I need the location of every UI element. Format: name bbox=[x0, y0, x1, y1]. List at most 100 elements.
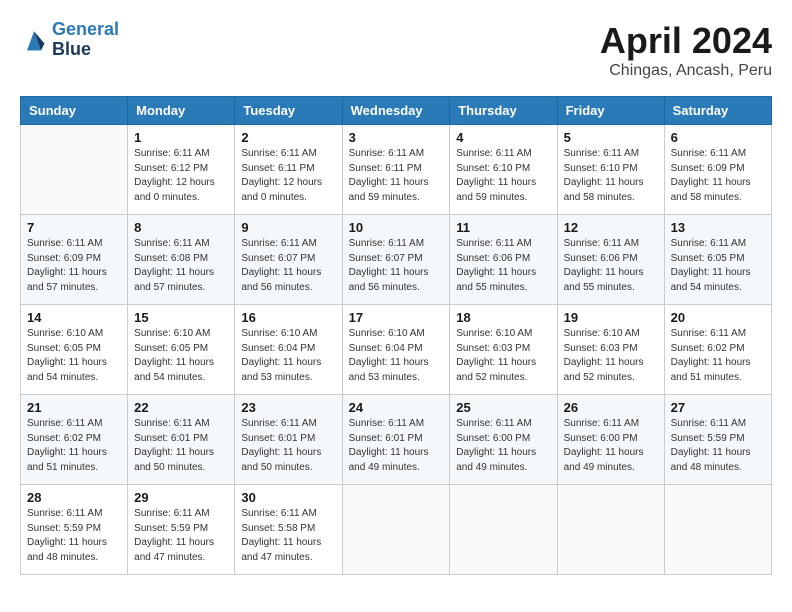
day-number: 3 bbox=[349, 130, 444, 145]
calendar-cell: 30 Sunrise: 6:11 AMSunset: 5:58 PMDayligh… bbox=[235, 485, 342, 575]
day-info: Sunrise: 6:11 AMSunset: 6:07 PMDaylight:… bbox=[349, 237, 444, 295]
day-number: 1 bbox=[134, 130, 228, 145]
month-title: April 2024 bbox=[600, 20, 772, 62]
calendar-cell: 28 Sunrise: 6:11 AMSunset: 5:59 PMDayligh… bbox=[21, 485, 128, 575]
day-info: Sunrise: 6:11 AMSunset: 5:59 PMDaylight:… bbox=[27, 507, 121, 565]
calendar-cell: 12 Sunrise: 6:11 AMSunset: 6:06 PMDayligh… bbox=[557, 215, 664, 305]
day-number: 25 bbox=[456, 400, 550, 415]
day-info: Sunrise: 6:11 AMSunset: 6:01 PMDaylight:… bbox=[134, 417, 228, 475]
calendar-cell: 3 Sunrise: 6:11 AMSunset: 6:11 PMDaylight… bbox=[342, 125, 450, 215]
weekday-header: Sunday bbox=[21, 97, 128, 125]
day-info: Sunrise: 6:11 AMSunset: 6:09 PMDaylight:… bbox=[671, 147, 765, 205]
day-number: 4 bbox=[456, 130, 550, 145]
day-info: Sunrise: 6:11 AMSunset: 6:01 PMDaylight:… bbox=[241, 417, 335, 475]
day-info: Sunrise: 6:10 AMSunset: 6:04 PMDaylight:… bbox=[241, 327, 335, 385]
title-area: April 2024 Chingas, Ancash, Peru bbox=[600, 20, 772, 80]
calendar-cell: 11 Sunrise: 6:11 AMSunset: 6:06 PMDayligh… bbox=[450, 215, 557, 305]
day-info: Sunrise: 6:10 AMSunset: 6:05 PMDaylight:… bbox=[134, 327, 228, 385]
day-number: 22 bbox=[134, 400, 228, 415]
calendar-cell: 6 Sunrise: 6:11 AMSunset: 6:09 PMDaylight… bbox=[664, 125, 771, 215]
day-number: 17 bbox=[349, 310, 444, 325]
week-row: 14 Sunrise: 6:10 AMSunset: 6:05 PMDayligh… bbox=[21, 305, 772, 395]
day-number: 10 bbox=[349, 220, 444, 235]
day-number: 8 bbox=[134, 220, 228, 235]
calendar-cell: 23 Sunrise: 6:11 AMSunset: 6:01 PMDayligh… bbox=[235, 395, 342, 485]
calendar-cell bbox=[450, 485, 557, 575]
day-info: Sunrise: 6:10 AMSunset: 6:05 PMDaylight:… bbox=[27, 327, 121, 385]
weekday-header: Monday bbox=[128, 97, 235, 125]
calendar-cell: 8 Sunrise: 6:11 AMSunset: 6:08 PMDaylight… bbox=[128, 215, 235, 305]
weekday-header: Thursday bbox=[450, 97, 557, 125]
calendar-cell: 19 Sunrise: 6:10 AMSunset: 6:03 PMDayligh… bbox=[557, 305, 664, 395]
day-info: Sunrise: 6:11 AMSunset: 6:05 PMDaylight:… bbox=[671, 237, 765, 295]
weekday-header-row: SundayMondayTuesdayWednesdayThursdayFrid… bbox=[21, 97, 772, 125]
day-number: 19 bbox=[564, 310, 658, 325]
day-number: 21 bbox=[27, 400, 121, 415]
day-info: Sunrise: 6:11 AMSunset: 5:58 PMDaylight:… bbox=[241, 507, 335, 565]
calendar-cell: 18 Sunrise: 6:10 AMSunset: 6:03 PMDayligh… bbox=[450, 305, 557, 395]
calendar-table: SundayMondayTuesdayWednesdayThursdayFrid… bbox=[20, 96, 772, 575]
day-number: 20 bbox=[671, 310, 765, 325]
calendar-cell: 13 Sunrise: 6:11 AMSunset: 6:05 PMDayligh… bbox=[664, 215, 771, 305]
day-info: Sunrise: 6:11 AMSunset: 6:10 PMDaylight:… bbox=[564, 147, 658, 205]
calendar-cell: 20 Sunrise: 6:11 AMSunset: 6:02 PMDayligh… bbox=[664, 305, 771, 395]
week-row: 21 Sunrise: 6:11 AMSunset: 6:02 PMDayligh… bbox=[21, 395, 772, 485]
day-info: Sunrise: 6:11 AMSunset: 6:06 PMDaylight:… bbox=[456, 237, 550, 295]
day-number: 30 bbox=[241, 490, 335, 505]
logo: GeneralBlue bbox=[20, 20, 119, 60]
weekday-header: Tuesday bbox=[235, 97, 342, 125]
calendar-cell: 26Sunrise: 6:11 AMSunset: 6:00 PMDayligh… bbox=[557, 395, 664, 485]
calendar-cell: 10 Sunrise: 6:11 AMSunset: 6:07 PMDayligh… bbox=[342, 215, 450, 305]
logo-icon bbox=[20, 26, 48, 54]
day-number: 9 bbox=[241, 220, 335, 235]
day-info: Sunrise: 6:11 AMSunset: 6:02 PMDaylight:… bbox=[27, 417, 121, 475]
day-number: 23 bbox=[241, 400, 335, 415]
day-info: Sunrise: 6:10 AMSunset: 6:03 PMDaylight:… bbox=[564, 327, 658, 385]
day-info: Sunrise: 6:11 AMSunset: 6:11 PMDaylight:… bbox=[241, 147, 335, 205]
day-number: 7 bbox=[27, 220, 121, 235]
day-info: Sunrise: 6:11 AMSunset: 6:01 PMDaylight:… bbox=[349, 417, 444, 475]
day-number: 16 bbox=[241, 310, 335, 325]
calendar-cell: 2Sunrise: 6:11 AMSunset: 6:11 PMDaylight… bbox=[235, 125, 342, 215]
day-info: Sunrise: 6:11 AMSunset: 6:02 PMDaylight:… bbox=[671, 327, 765, 385]
day-info: Sunrise: 6:11 AMSunset: 6:09 PMDaylight:… bbox=[27, 237, 121, 295]
calendar-cell bbox=[557, 485, 664, 575]
page-header: GeneralBlue April 2024 Chingas, Ancash, … bbox=[20, 20, 772, 80]
calendar-cell: 27Sunrise: 6:11 AMSunset: 5:59 PMDayligh… bbox=[664, 395, 771, 485]
calendar-cell bbox=[342, 485, 450, 575]
day-info: Sunrise: 6:11 AMSunset: 6:00 PMDaylight:… bbox=[564, 417, 658, 475]
day-info: Sunrise: 6:11 AMSunset: 6:12 PMDaylight:… bbox=[134, 147, 228, 205]
calendar-cell: 21 Sunrise: 6:11 AMSunset: 6:02 PMDayligh… bbox=[21, 395, 128, 485]
calendar-cell: 22 Sunrise: 6:11 AMSunset: 6:01 PMDayligh… bbox=[128, 395, 235, 485]
day-number: 5 bbox=[564, 130, 658, 145]
day-info: Sunrise: 6:11 AMSunset: 6:06 PMDaylight:… bbox=[564, 237, 658, 295]
day-info: Sunrise: 6:10 AMSunset: 6:04 PMDaylight:… bbox=[349, 327, 444, 385]
calendar-cell: 29Sunrise: 6:11 AMSunset: 5:59 PMDayligh… bbox=[128, 485, 235, 575]
day-info: Sunrise: 6:11 AMSunset: 6:07 PMDaylight:… bbox=[241, 237, 335, 295]
weekday-header: Friday bbox=[557, 97, 664, 125]
day-number: 28 bbox=[27, 490, 121, 505]
calendar-cell: 25 Sunrise: 6:11 AMSunset: 6:00 PMDayligh… bbox=[450, 395, 557, 485]
calendar-cell: 5 Sunrise: 6:11 AMSunset: 6:10 PMDaylight… bbox=[557, 125, 664, 215]
day-number: 14 bbox=[27, 310, 121, 325]
day-number: 24 bbox=[349, 400, 444, 415]
day-number: 18 bbox=[456, 310, 550, 325]
calendar-cell bbox=[21, 125, 128, 215]
day-number: 13 bbox=[671, 220, 765, 235]
day-info: Sunrise: 6:11 AMSunset: 5:59 PMDaylight:… bbox=[134, 507, 228, 565]
calendar-cell: 7 Sunrise: 6:11 AMSunset: 6:09 PMDaylight… bbox=[21, 215, 128, 305]
location-title: Chingas, Ancash, Peru bbox=[600, 62, 772, 80]
logo-text: GeneralBlue bbox=[52, 20, 119, 60]
day-number: 11 bbox=[456, 220, 550, 235]
day-number: 15 bbox=[134, 310, 228, 325]
day-info: Sunrise: 6:10 AMSunset: 6:03 PMDaylight:… bbox=[456, 327, 550, 385]
weekday-header: Saturday bbox=[664, 97, 771, 125]
day-number: 12 bbox=[564, 220, 658, 235]
calendar-cell: 16 Sunrise: 6:10 AMSunset: 6:04 PMDayligh… bbox=[235, 305, 342, 395]
day-info: Sunrise: 6:11 AMSunset: 6:11 PMDaylight:… bbox=[349, 147, 444, 205]
calendar-cell: 4Sunrise: 6:11 AMSunset: 6:10 PMDaylight… bbox=[450, 125, 557, 215]
day-info: Sunrise: 6:11 AMSunset: 6:00 PMDaylight:… bbox=[456, 417, 550, 475]
day-number: 6 bbox=[671, 130, 765, 145]
calendar-cell: 15 Sunrise: 6:10 AMSunset: 6:05 PMDayligh… bbox=[128, 305, 235, 395]
day-info: Sunrise: 6:11 AMSunset: 6:08 PMDaylight:… bbox=[134, 237, 228, 295]
